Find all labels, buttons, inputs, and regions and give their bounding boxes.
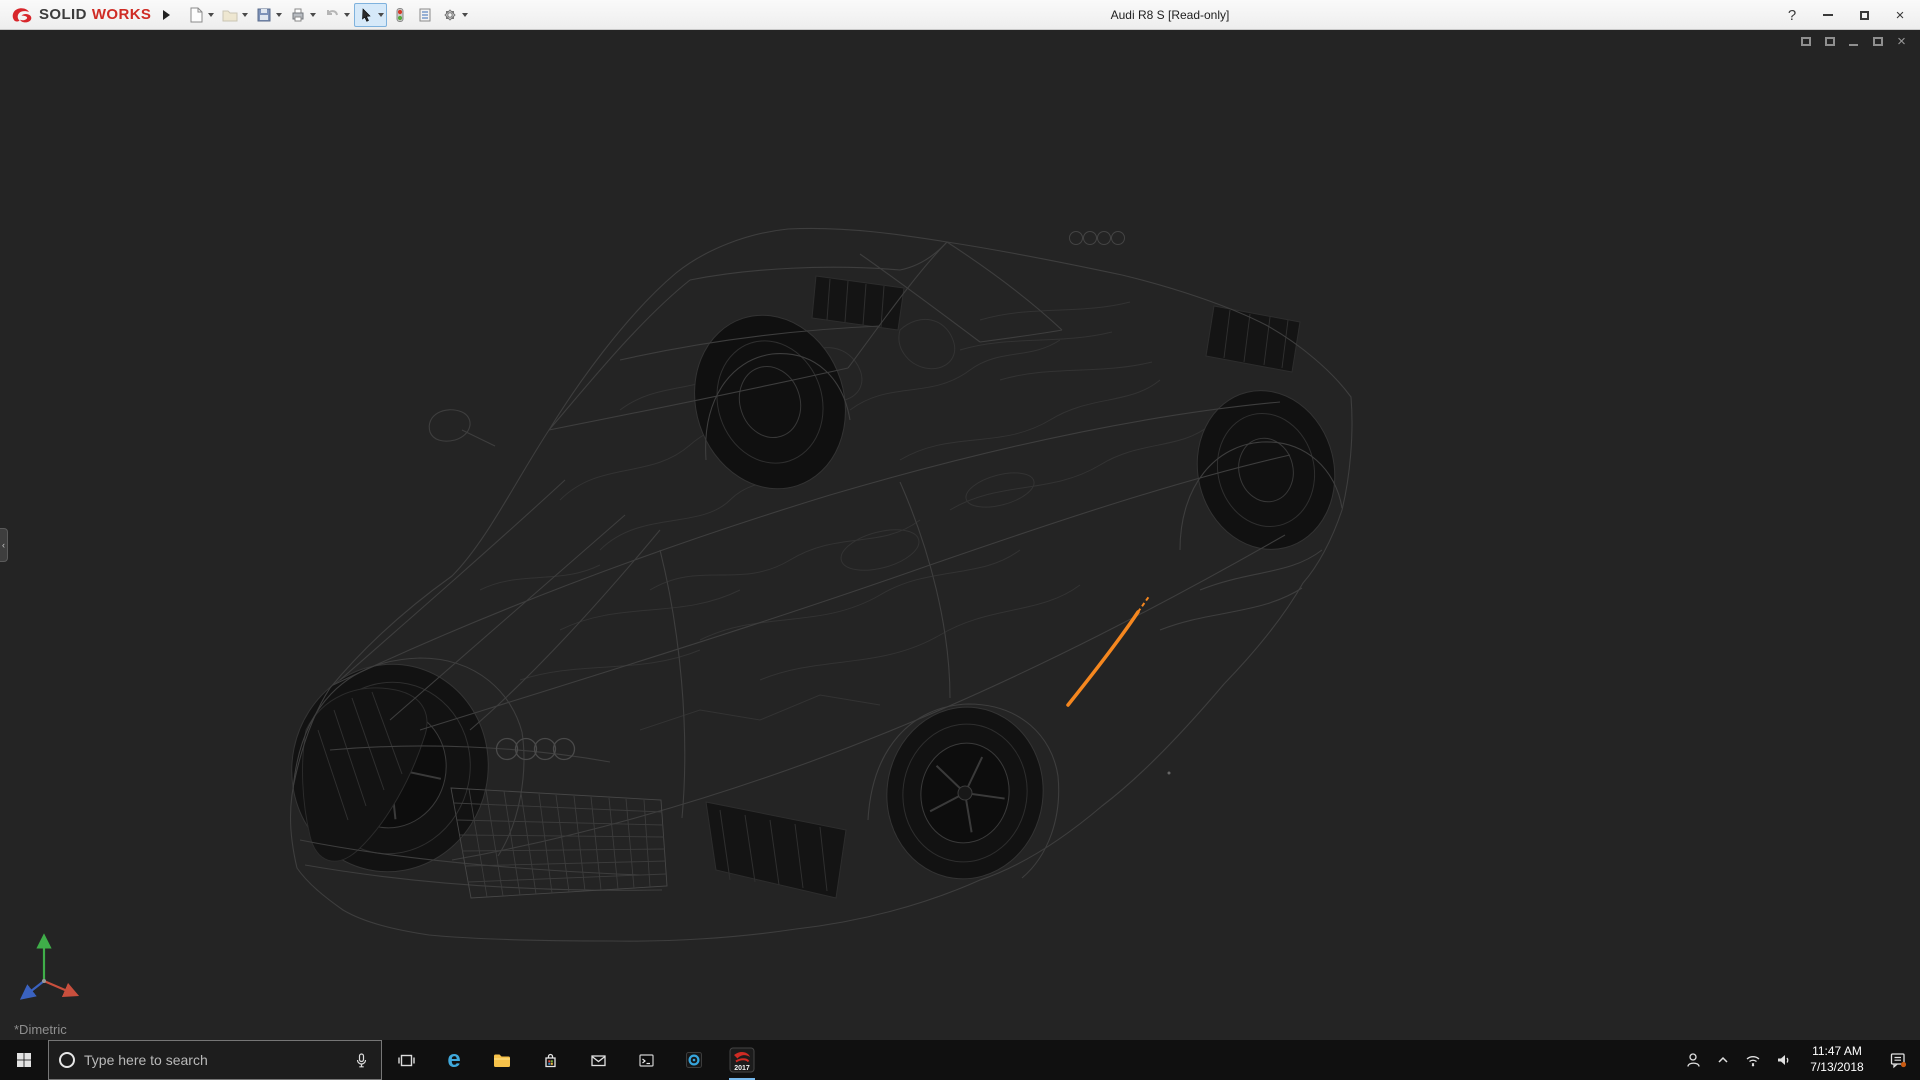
options-button[interactable] xyxy=(438,3,471,27)
taskbar: e xyxy=(0,1040,1920,1080)
document-window-controls: × xyxy=(1799,34,1908,49)
dropdown-arrow-icon[interactable] xyxy=(378,12,385,17)
chevron-up-icon xyxy=(1718,1056,1728,1063)
dropdown-arrow-icon[interactable] xyxy=(276,12,283,17)
task-view-button[interactable] xyxy=(382,1040,430,1080)
store-button[interactable] xyxy=(526,1040,574,1080)
document-restore-button[interactable] xyxy=(1871,35,1884,48)
undo-button[interactable] xyxy=(320,3,353,27)
windows-logo-icon xyxy=(17,1053,31,1067)
document-title: Audi R8 S [Read-only] xyxy=(1110,8,1230,22)
window-controls: ? × xyxy=(1774,0,1918,30)
minimize-icon xyxy=(1823,14,1833,16)
open-button[interactable] xyxy=(218,3,251,27)
dropdown-arrow-icon[interactable] xyxy=(462,12,469,17)
selected-edge[interactable] xyxy=(1066,594,1151,707)
solidworks-logo: SOLID WORKS xyxy=(0,5,159,25)
document-pane-button[interactable] xyxy=(1823,35,1836,48)
shopping-bag-icon xyxy=(544,1053,556,1067)
command-prompt-button[interactable] xyxy=(622,1040,670,1080)
clock-time: 11:47 AM xyxy=(1812,1044,1862,1059)
file-properties-button[interactable] xyxy=(413,3,437,27)
solidworks-version-label: 2017 xyxy=(734,1065,750,1072)
pane-icon xyxy=(1800,37,1811,46)
document-pane-button[interactable] xyxy=(1799,35,1812,48)
save-icon xyxy=(257,8,271,21)
cortana-circle-icon xyxy=(59,1052,75,1068)
task-view-icon xyxy=(397,1054,415,1066)
dropdown-arrow-icon[interactable] xyxy=(310,12,317,17)
clock-date: 7/13/2018 xyxy=(1810,1060,1864,1074)
edge-e-icon: e xyxy=(447,1046,461,1073)
taskbar-clock[interactable]: 11:47 AM 7/13/2018 xyxy=(1798,1040,1876,1080)
save-button[interactable] xyxy=(252,3,285,27)
search-input[interactable] xyxy=(84,1052,343,1068)
network-icon xyxy=(1746,1056,1760,1067)
pane-icon xyxy=(1824,37,1835,46)
new-document-button[interactable] xyxy=(184,3,217,27)
solidworks-2017-button[interactable]: 2017 xyxy=(718,1040,766,1080)
brand-text-works: WORKS xyxy=(91,6,152,23)
blue-circle-app-button[interactable] xyxy=(670,1040,718,1080)
open-folder-icon xyxy=(222,10,238,21)
audi-rings-rear xyxy=(1069,231,1125,245)
undo-icon xyxy=(327,9,339,15)
options-gear-icon xyxy=(444,8,457,21)
user-tray-button[interactable] xyxy=(1678,1040,1708,1080)
document-minimize-button[interactable] xyxy=(1847,35,1860,48)
close-button[interactable]: × xyxy=(1882,0,1918,30)
network-tray-button[interactable] xyxy=(1738,1040,1768,1080)
taskbar-search[interactable] xyxy=(48,1040,382,1080)
minimize-icon xyxy=(1849,44,1858,46)
title-bar: SOLID WORKS Audi R8 S [Read-only] ? × xyxy=(0,0,1920,30)
print-button[interactable] xyxy=(286,3,319,27)
feature-tree-collapse-handle[interactable]: ‹ xyxy=(0,528,8,562)
microphone-icon[interactable] xyxy=(352,1051,371,1070)
action-center-icon xyxy=(1890,1053,1907,1069)
help-button[interactable]: ? xyxy=(1774,0,1810,30)
orientation-triad xyxy=(19,933,80,1000)
print-icon xyxy=(292,8,304,21)
dropdown-arrow-icon[interactable] xyxy=(242,12,249,17)
select-cursor-icon xyxy=(362,7,371,22)
restore-icon xyxy=(1859,10,1869,20)
quick-access-toolbar xyxy=(184,2,471,27)
x-axis-arrow xyxy=(43,979,80,998)
action-center-button[interactable] xyxy=(1876,1040,1920,1080)
dropdown-arrow-icon[interactable] xyxy=(344,12,351,17)
document-close-button[interactable]: × xyxy=(1895,34,1908,49)
rebuild-traffic-light-icon xyxy=(396,7,404,22)
dropdown-arrow-icon[interactable] xyxy=(208,12,215,17)
hidden-icons-button[interactable] xyxy=(1708,1040,1738,1080)
rebuild-button[interactable] xyxy=(388,3,412,27)
ds-swoosh-icon xyxy=(12,7,32,22)
volume-icon xyxy=(1778,1055,1789,1065)
brand-text-solid: SOLID xyxy=(39,6,87,23)
z-axis-arrow xyxy=(19,980,45,1000)
select-button[interactable] xyxy=(354,2,388,27)
mail-button[interactable] xyxy=(574,1040,622,1080)
envelope-icon xyxy=(590,1054,606,1066)
volume-tray-button[interactable] xyxy=(1768,1040,1798,1080)
file-properties-icon xyxy=(419,8,431,21)
start-button[interactable] xyxy=(0,1040,48,1080)
restore-button[interactable] xyxy=(1846,0,1882,30)
user-icon xyxy=(1687,1053,1700,1067)
restore-icon xyxy=(1872,37,1883,46)
console-icon xyxy=(638,1053,654,1067)
blue-ring-icon xyxy=(686,1052,702,1068)
folder-icon xyxy=(494,1054,510,1067)
toolbar-flyout-arrow-icon[interactable] xyxy=(163,9,171,20)
new-document-icon xyxy=(190,7,203,22)
graphics-viewport[interactable]: × ‹ *Dimetric xyxy=(0,30,1920,1040)
system-tray: 11:47 AM 7/13/2018 xyxy=(1678,1040,1920,1080)
view-orientation-label: *Dimetric xyxy=(14,1022,67,1037)
file-explorer-button[interactable] xyxy=(478,1040,526,1080)
car-wireframe-model xyxy=(289,227,1353,942)
minimize-button[interactable] xyxy=(1810,0,1846,30)
edge-button[interactable]: e xyxy=(430,1040,478,1080)
